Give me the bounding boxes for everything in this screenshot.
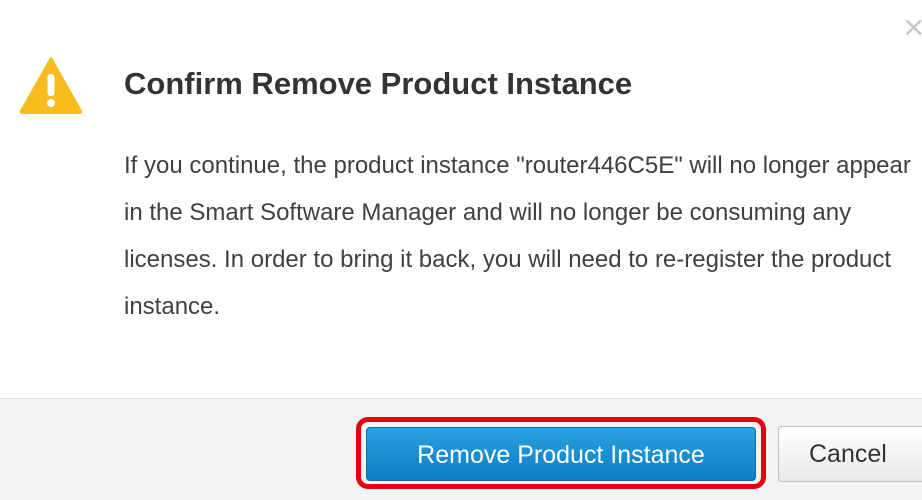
dialog-title: Confirm Remove Product Instance	[124, 66, 633, 101]
cancel-button[interactable]: Cancel	[778, 426, 922, 482]
close-icon[interactable]: ×	[902, 13, 922, 41]
remove-product-instance-button[interactable]: Remove Product Instance	[366, 427, 756, 481]
confirm-remove-dialog: × Confirm Remove Product Instance If you…	[0, 0, 922, 500]
dialog-message: If you continue, the product instance "r…	[124, 152, 911, 320]
warning-triangle-icon	[19, 57, 83, 114]
